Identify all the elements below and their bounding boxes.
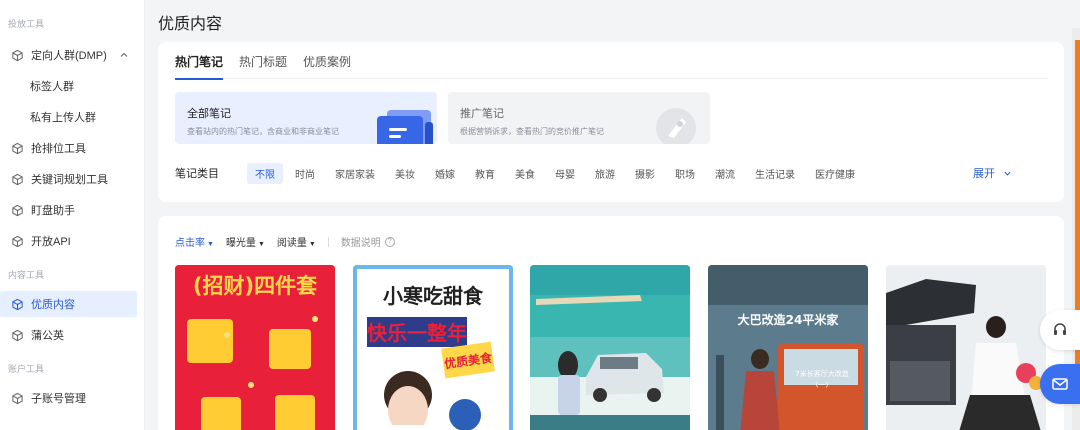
category-option[interactable]: 医疗健康 (807, 163, 863, 184)
sidebar-item-label: 蒲公英 (31, 330, 64, 342)
thumb-subtitle: 7米长客厅大改造 (795, 369, 848, 378)
category-option[interactable]: 不限 (247, 162, 283, 184)
section-title-content-tools: 内容工具 (8, 270, 45, 280)
type-card-promo-notes[interactable]: 推广笔记 根据营销诉求，查看热门的竞价推广笔记 (448, 92, 710, 144)
sidebar-item-label: 优质内容 (31, 299, 75, 311)
section-title-account-tools: 账户工具 (8, 364, 45, 374)
category-label: 笔记类目 (175, 168, 219, 180)
note-thumbnail[interactable]: 大巴改造24平米家 7米长客厅大改造 (一) (708, 265, 868, 430)
mail-icon (1052, 378, 1068, 390)
tab-bar: 热门笔记 热门标题 优质案例 (175, 54, 1048, 80)
category-option[interactable]: 时尚 (287, 163, 323, 184)
sidebar-item-label: 私有上传人群 (30, 112, 96, 124)
cube-icon (12, 298, 23, 310)
chevron-down-icon (1004, 171, 1011, 176)
note-thumbnail[interactable] (530, 265, 690, 430)
sort-bar: 点击率 ▼ 曝光量 ▼ 阅读量 ▼ 数据说明? (175, 234, 395, 249)
cube-icon (12, 392, 23, 404)
sort-label: 曝光量 (225, 238, 256, 249)
message-button[interactable] (1040, 364, 1080, 404)
notes-card: 点击率 ▼ 曝光量 ▼ 阅读量 ▼ 数据说明? (招财)四件套 小寒吃甜食 快乐一整年… (158, 216, 1064, 430)
thumbnail-image: 大巴改造24平米家 7米长客厅大改造 (一) (708, 265, 868, 430)
sidebar-item-dandelion[interactable]: 蒲公英 (0, 322, 137, 348)
sidebar-item-keyword-tool[interactable]: 关键词规划工具 (0, 166, 137, 192)
rocket-icon (656, 108, 696, 144)
chevron-up-icon[interactable] (119, 50, 129, 60)
thumb-subtitle: 快乐一整年 (367, 321, 467, 345)
thumb-title: (招财)四件套 (193, 274, 317, 298)
notes-stack-icon (377, 110, 433, 144)
thumbnail-image (886, 265, 1046, 430)
sidebar-item-open-api[interactable]: 开放API (0, 228, 137, 254)
thumb-title: 小寒吃甜食 (383, 284, 484, 308)
cube-icon (12, 329, 23, 341)
headset-icon (1054, 323, 1066, 335)
category-option[interactable]: 美食 (507, 163, 543, 184)
sidebar-item-quality-content[interactable]: 优质内容 (0, 291, 137, 317)
filter-card: 热门笔记 热门标题 优质案例 全部笔记 查看站内的热门笔记，含商业和非商业笔记 … (158, 42, 1064, 202)
section-title-ad-tools: 投放工具 (8, 19, 45, 29)
sort-click-rate[interactable]: 点击率 ▼ (175, 234, 214, 249)
sidebar-item-label: 抢排位工具 (31, 143, 86, 155)
thumb-title: 大巴改造24平米家 (738, 312, 840, 327)
expand-button[interactable]: 展开 (973, 165, 1012, 181)
sidebar-item-ranking-tool[interactable]: 抢排位工具 (0, 135, 137, 161)
sidebar-item-label: 盯盘助手 (31, 205, 75, 217)
category-option[interactable]: 教育 (467, 163, 503, 184)
sidebar-item-label: 定向人群(DMP) (31, 50, 107, 62)
category-option[interactable]: 美妆 (387, 163, 423, 184)
sidebar-item-label: 开放API (31, 236, 71, 248)
category-option[interactable]: 婚嫁 (427, 163, 463, 184)
sort-caret-icon: ▼ (308, 241, 316, 248)
sort-caret-icon: ▼ (207, 241, 214, 248)
note-thumbnail[interactable] (886, 265, 1046, 430)
cube-icon (12, 49, 23, 61)
type-card-all-notes[interactable]: 全部笔记 查看站内的热门笔记，含商业和非商业笔记 (175, 92, 437, 144)
category-option[interactable]: 生活记录 (747, 163, 803, 184)
data-help-link[interactable]: 数据说明? (341, 234, 395, 249)
thumbnail-image (530, 265, 690, 430)
sidebar-item-label: 标签人群 (30, 81, 74, 93)
cube-icon (12, 204, 23, 216)
sidebar-item-label: 子账号管理 (31, 393, 86, 405)
thumbnail-image: 小寒吃甜食 快乐一整年 优质美食 (353, 265, 513, 430)
sidebar-item-dmp[interactable]: 定向人群(DMP) (0, 42, 137, 68)
note-thumbnail[interactable]: 小寒吃甜食 快乐一整年 优质美食 (353, 265, 513, 430)
tab-hot-titles[interactable]: 热门标题 (239, 54, 287, 79)
sidebar-item-tag-audience[interactable]: 标签人群 (0, 73, 137, 99)
category-option[interactable]: 职场 (667, 163, 703, 184)
thumb-badge: (一) (816, 381, 829, 389)
sidebar-item-monitor-assistant[interactable]: 盯盘助手 (0, 197, 137, 223)
sort-reads[interactable]: 阅读量 ▼ (277, 234, 316, 249)
sort-label: 点击率 (175, 238, 205, 249)
tab-quality-cases[interactable]: 优质案例 (303, 54, 351, 79)
sort-label: 阅读量 (276, 238, 307, 249)
floating-actions (1040, 310, 1080, 404)
customer-service-button[interactable] (1040, 310, 1080, 350)
page-title: 优质内容 (158, 16, 223, 33)
tab-hot-notes[interactable]: 热门笔记 (175, 54, 224, 80)
sidebar: 投放工具 定向人群(DMP) 标签人群 私有上传人群 抢排位工具 关键词规划工具… (0, 0, 145, 430)
category-option[interactable]: 旅游 (587, 163, 623, 184)
category-option[interactable]: 摄影 (627, 163, 663, 184)
category-option[interactable]: 家居家装 (327, 163, 383, 184)
note-thumbnail[interactable]: (招财)四件套 (175, 265, 335, 430)
help-label: 数据说明 (340, 238, 381, 249)
cube-icon (12, 235, 23, 247)
cube-icon (12, 173, 23, 185)
category-option[interactable]: 母婴 (547, 163, 583, 184)
sidebar-item-label: 关键词规划工具 (31, 174, 108, 186)
question-icon: ? (384, 236, 395, 247)
sidebar-item-private-upload[interactable]: 私有上传人群 (0, 104, 137, 130)
sort-impressions[interactable]: 曝光量 ▼ (226, 234, 265, 249)
sidebar-item-sub-account[interactable]: 子账号管理 (0, 385, 137, 411)
category-filter: 笔记类目 不限 时尚 家居家装 美妆 婚嫁 教育 美食 母婴 旅游 摄影 职场 … (175, 162, 1050, 184)
cube-icon (12, 142, 23, 154)
sort-caret-icon: ▼ (257, 241, 265, 248)
thumbnail-image: (招财)四件套 (175, 265, 335, 430)
expand-label: 展开 (973, 168, 995, 180)
category-option[interactable]: 潮流 (707, 163, 743, 184)
divider (327, 236, 329, 247)
